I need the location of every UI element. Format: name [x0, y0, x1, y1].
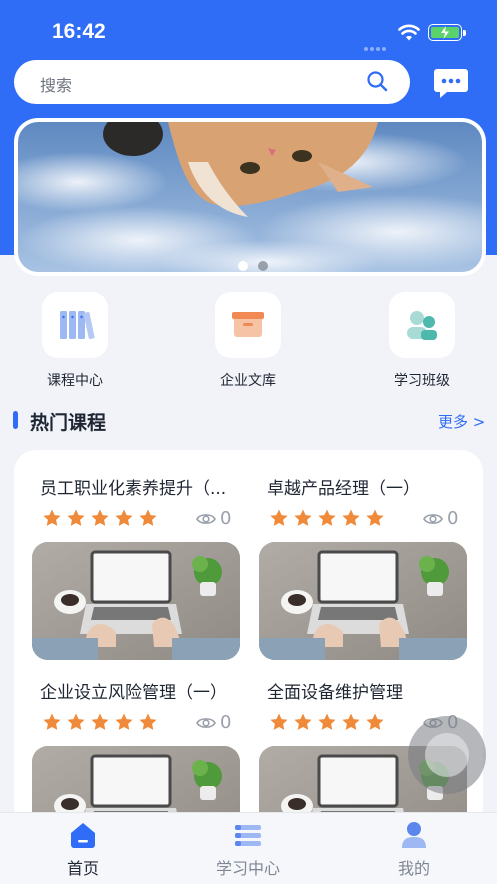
course-card[interactable]: 卓越产品经理（一） 0 [259, 474, 469, 499]
course-title: 全面设备维护管理 [267, 683, 403, 703]
banner-pagination [238, 256, 278, 272]
course-views: 0 [196, 712, 231, 733]
status-bar: 16:42 [0, 0, 497, 60]
star-icon [42, 712, 62, 732]
star-icon [42, 508, 62, 528]
star-icon [269, 712, 289, 732]
course-views: 0 [196, 508, 231, 529]
tab-mine[interactable]: 我的 [354, 821, 474, 879]
wifi-icon [398, 24, 420, 41]
section-title: 热门课程 [30, 412, 107, 434]
star-icon [341, 508, 361, 528]
search-input[interactable]: 搜索 [14, 60, 410, 104]
tab-label: 首页 [66, 859, 99, 878]
star-icon [114, 508, 134, 528]
class-group-icon [407, 311, 437, 340]
search-icon[interactable] [366, 70, 388, 92]
section-accent [13, 411, 18, 429]
course-title: 员工职业化素养提升（... [40, 479, 227, 499]
banner-image [18, 122, 482, 272]
user-icon [402, 822, 426, 848]
star-icon [365, 508, 385, 528]
tab-home[interactable]: 首页 [23, 821, 143, 879]
home-icon [71, 823, 95, 848]
bottom-tab-bar: 首页 学习中心 我的 [0, 812, 497, 884]
banner-carousel[interactable] [14, 118, 486, 276]
views-count: 0 [220, 508, 232, 529]
course-rating [269, 712, 389, 736]
eye-icon [196, 512, 216, 526]
star-icon [269, 508, 289, 528]
course-rating [42, 508, 162, 532]
tab-label: 学习中心 [215, 859, 280, 878]
star-icon [341, 712, 361, 732]
status-time: 16:42 [52, 20, 106, 43]
tab-label: 我的 [397, 859, 430, 878]
star-icon [66, 508, 86, 528]
star-icon [317, 508, 337, 528]
course-thumbnail[interactable] [259, 542, 467, 660]
views-count: 0 [447, 508, 459, 529]
star-icon [66, 712, 86, 732]
tab-study-center[interactable]: 学习中心 [188, 821, 308, 879]
file-box-icon [232, 312, 264, 337]
course-views: 0 [423, 508, 458, 529]
course-card[interactable]: 全面设备维护管理 0 [259, 678, 469, 703]
star-icon [293, 712, 313, 732]
category-label: 课程中心 [47, 373, 103, 389]
category-course-center[interactable]: 课程中心 [25, 292, 125, 390]
category-label: 学习班级 [394, 373, 450, 389]
eye-icon [423, 512, 443, 526]
more-link[interactable]: 更多 > [438, 411, 485, 432]
star-icon [317, 712, 337, 732]
star-icon [365, 712, 385, 732]
category-enterprise-library[interactable]: 企业文库 [198, 292, 298, 390]
assistive-touch-button[interactable] [408, 716, 486, 794]
list-icon [235, 825, 261, 846]
course-rating [269, 508, 389, 532]
eye-icon [196, 716, 216, 730]
course-card[interactable]: 企业设立风险管理（一） 0 [32, 678, 242, 703]
course-card[interactable]: 员工职业化素养提升（... 0 [32, 474, 242, 499]
course-title: 卓越产品经理（一） [267, 479, 420, 499]
star-icon [90, 712, 110, 732]
star-icon [90, 508, 110, 528]
course-thumbnail[interactable] [32, 542, 240, 660]
course-rating [42, 712, 162, 736]
search-placeholder: 搜索 [40, 76, 73, 95]
course-title: 企业设立风险管理（一） [40, 683, 227, 703]
category-label: 企业文库 [220, 373, 276, 389]
star-icon [114, 712, 134, 732]
star-icon [293, 508, 313, 528]
message-icon[interactable] [433, 68, 469, 100]
battery-icon [428, 24, 466, 41]
star-icon [138, 508, 158, 528]
category-study-class[interactable]: 学习班级 [372, 292, 472, 390]
star-icon [138, 712, 158, 732]
views-count: 0 [220, 712, 232, 733]
signal-icon [364, 36, 388, 55]
books-icon [60, 311, 95, 340]
